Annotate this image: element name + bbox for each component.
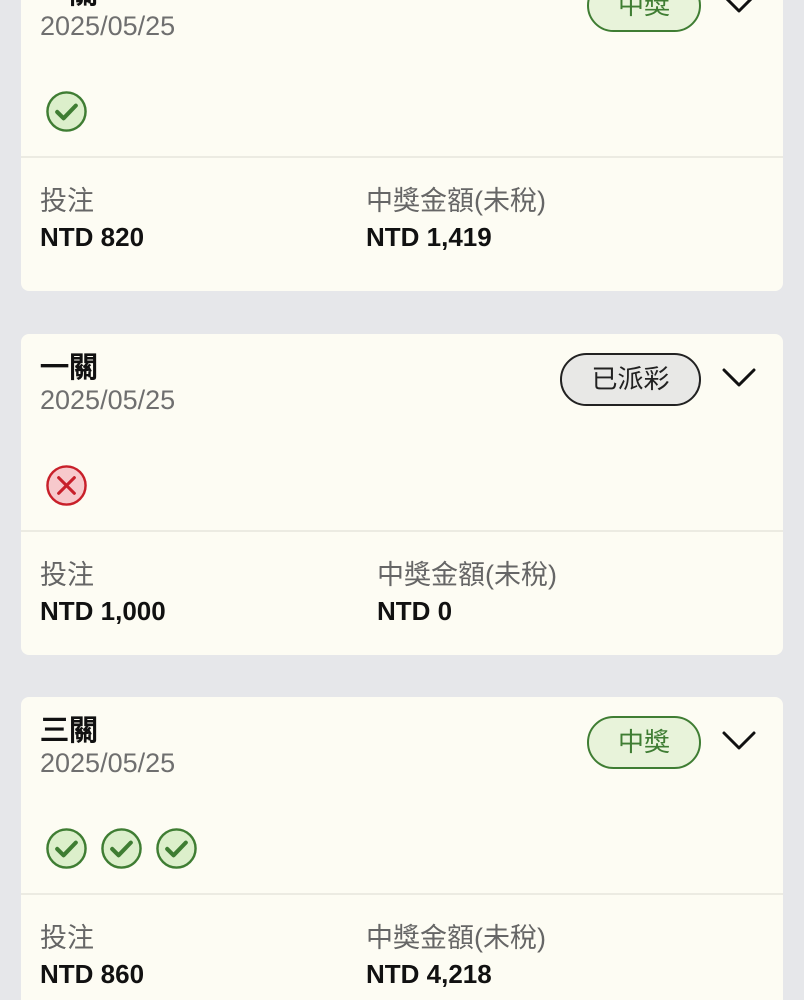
stake-label: 投注 [40, 560, 94, 590]
bet-type-label: 三關 [40, 715, 99, 747]
stake-block: 投注 NTD 860 [40, 922, 144, 991]
bet-date: 2025/05/25 [40, 11, 176, 41]
bet-history-list: 一關 2025/05/25 中獎 投注 NTD 820 中獎金額(未稅) NTD… [0, 0, 804, 1000]
bet-card[interactable]: 一關 2025/05/25 已派彩 投注 NTD 1,000 中獎金額(未稅) … [21, 334, 783, 655]
check-circle-icon [100, 827, 143, 870]
payout-label: 中獎金額(未稅) [366, 923, 546, 953]
bet-card[interactable]: 三關 2025/05/25 中獎 投注 NTD 860 中獎金額(未稅) NTD… [21, 697, 783, 1000]
stake-block: 投注 NTD 820 [40, 185, 144, 254]
divider [21, 893, 783, 895]
stake-amount: NTD 860 [40, 959, 145, 989]
payout-block: 中獎金額(未稅) NTD 1,419 [366, 185, 546, 254]
stake-block: 投注 NTD 1,000 [40, 559, 166, 628]
stake-label: 投注 [40, 923, 94, 953]
leg-results [45, 90, 88, 133]
divider [21, 530, 783, 532]
bet-date: 2025/05/25 [40, 385, 176, 415]
chevron-down-icon[interactable] [721, 725, 757, 755]
chevron-down-icon[interactable] [721, 0, 757, 18]
status-badge: 中獎 [587, 0, 701, 32]
payout-block: 中獎金額(未稅) NTD 4,218 [366, 922, 546, 991]
cross-circle-icon [45, 464, 88, 507]
leg-results [45, 827, 198, 870]
stake-amount: NTD 1,000 [40, 596, 166, 626]
leg-results [45, 464, 88, 507]
payout-block: 中獎金額(未稅) NTD 0 [377, 559, 557, 628]
check-circle-icon [45, 90, 88, 133]
check-circle-icon [45, 827, 88, 870]
bet-card-header[interactable]: 一關 2025/05/25 已派彩 [21, 334, 783, 530]
status-badge: 中獎 [587, 716, 701, 769]
stake-amount: NTD 820 [40, 222, 145, 252]
bet-date: 2025/05/25 [40, 748, 176, 778]
payout-amount: NTD 0 [377, 596, 453, 626]
divider [21, 156, 783, 158]
payout-label: 中獎金額(未稅) [377, 560, 557, 590]
stake-label: 投注 [40, 186, 94, 216]
bet-card[interactable]: 一關 2025/05/25 中獎 投注 NTD 820 中獎金額(未稅) NTD… [21, 0, 783, 291]
status-badge: 已派彩 [560, 353, 701, 406]
payout-amount: NTD 1,419 [366, 222, 492, 252]
bet-type-label: 一關 [40, 352, 99, 384]
check-circle-icon [155, 827, 198, 870]
bet-card-header[interactable]: 三關 2025/05/25 中獎 [21, 697, 783, 893]
chevron-down-icon[interactable] [721, 362, 757, 392]
bet-card-header[interactable]: 一關 2025/05/25 中獎 [21, 0, 783, 156]
payout-amount: NTD 4,218 [366, 959, 492, 989]
payout-label: 中獎金額(未稅) [366, 186, 546, 216]
